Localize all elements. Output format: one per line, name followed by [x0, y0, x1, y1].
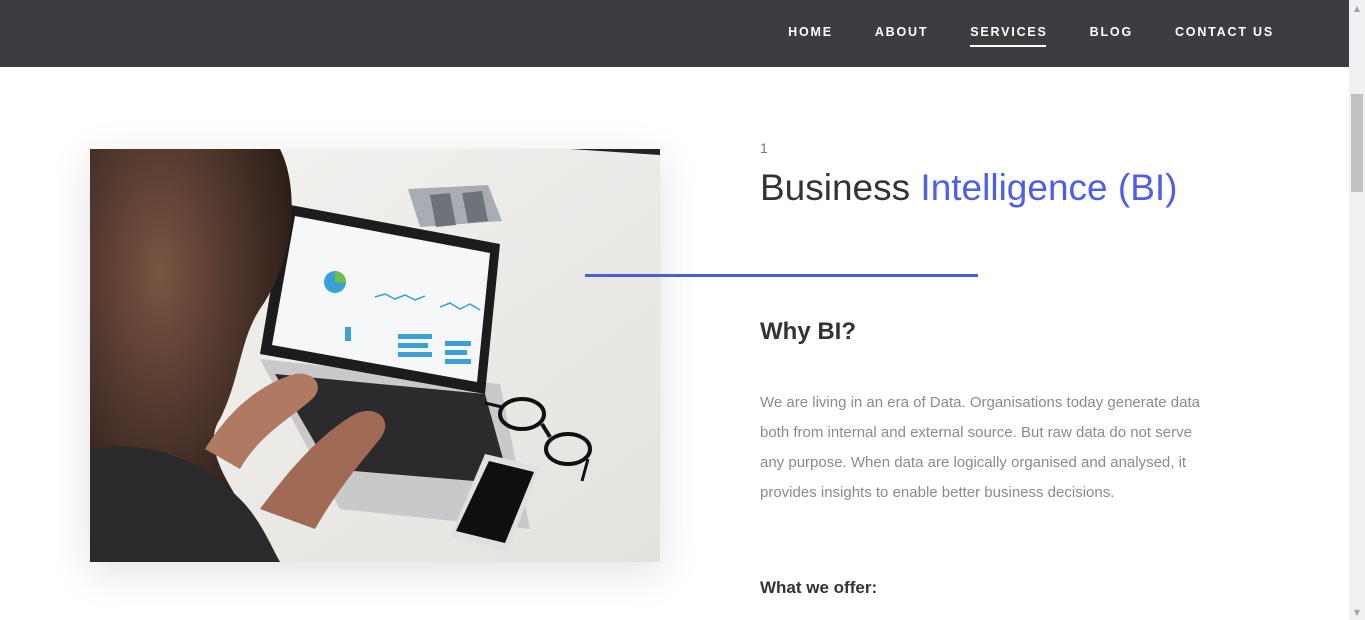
- intro-paragraph: We are living in an era of Data. Organis…: [760, 394, 1200, 501]
- nav-home[interactable]: HOME: [788, 25, 833, 39]
- laptop-photo: [90, 149, 660, 562]
- nav-contact-us[interactable]: CONTACT US: [1175, 25, 1274, 39]
- nav-services[interactable]: SERVICES: [970, 25, 1047, 47]
- title-main: Business: [760, 167, 921, 208]
- page-title: Business Intelligence (BI): [760, 166, 1200, 210]
- title-divider: [585, 274, 978, 277]
- page-scrollbar[interactable]: ▲ ▼: [1349, 0, 1365, 620]
- main-nav: HOME ABOUT SERVICES BLOG CONTACT US: [746, 0, 1274, 64]
- scroll-up-arrow-icon[interactable]: ▲: [1349, 0, 1365, 16]
- nav-blog[interactable]: BLOG: [1090, 25, 1133, 39]
- top-navbar: HOME ABOUT SERVICES BLOG CONTACT US: [0, 0, 1349, 67]
- section-number: 1: [760, 140, 768, 156]
- why-heading: Why BI?: [760, 318, 856, 345]
- offer-heading: What we offer:: [760, 578, 878, 597]
- nav-about[interactable]: ABOUT: [875, 25, 928, 39]
- scroll-down-arrow-icon[interactable]: ▼: [1349, 604, 1365, 620]
- title-highlight: Intelligence (BI): [920, 167, 1178, 208]
- scrollbar-thumb[interactable]: [1351, 94, 1363, 192]
